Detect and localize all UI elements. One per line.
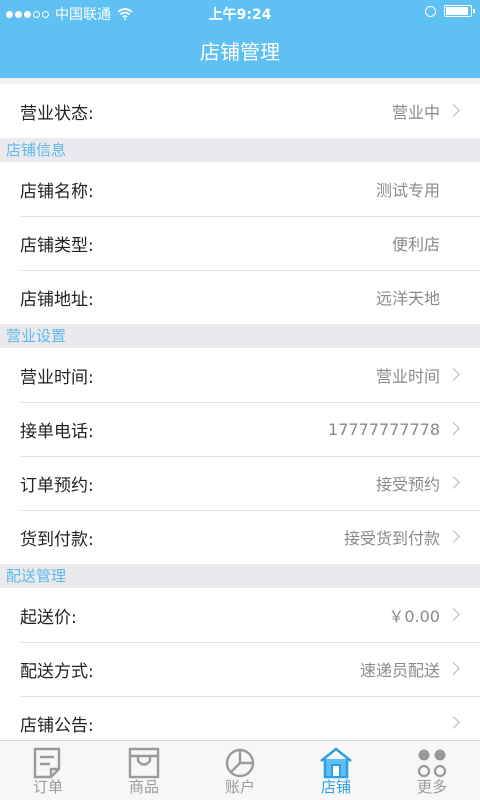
tab-label: 账户: [224, 778, 255, 796]
tab-account[interactable]: 账户: [192, 741, 288, 800]
chevron-right-icon: [447, 530, 460, 543]
rotation-lock-icon: [425, 5, 436, 17]
row-label: 订单预约:: [20, 475, 94, 496]
tab-label: 更多: [416, 778, 447, 796]
row-label: 营业状态:: [20, 103, 94, 124]
row-value: ￥0.00: [388, 607, 440, 626]
row-shop-address[interactable]: 店铺地址: 远洋天地: [0, 270, 480, 324]
row-shop-notice[interactable]: 店铺公告:: [0, 696, 480, 740]
row-business-status[interactable]: 营业状态: 营业中: [0, 84, 480, 138]
shop-info-list: 店铺名称: 测试专用 店铺类型: 便利店 店铺地址: 远洋天地: [0, 162, 480, 324]
row-label: 起送价:: [20, 607, 77, 628]
tab-label: 店铺: [320, 778, 351, 796]
chevron-right-icon: [447, 368, 460, 381]
section-header-shop-info: 店铺信息: [0, 138, 480, 162]
section-header-business-settings: 营业设置: [0, 324, 480, 348]
tab-label: 商品: [128, 778, 159, 796]
tab-goods[interactable]: 商品: [96, 741, 192, 800]
chevron-right-icon: [447, 608, 460, 621]
row-label: 配送方式:: [20, 661, 94, 682]
tab-orders[interactable]: 订单: [0, 741, 96, 800]
goods-icon: [128, 747, 160, 779]
order-icon: [33, 747, 61, 779]
battery-icon: [444, 5, 475, 17]
chevron-right-icon: [447, 422, 460, 435]
row-value: 营业时间: [375, 367, 440, 386]
row-label: 店铺公告:: [20, 715, 94, 736]
delivery-list: 起送价: ￥0.00 配送方式: 速递员配送 店铺公告:: [0, 588, 480, 740]
row-order-reservation[interactable]: 订单预约: 接受预约: [0, 456, 480, 510]
row-value: 便利店: [391, 235, 440, 254]
row-label: 接单电话:: [20, 421, 94, 442]
row-value: 17777777778: [328, 419, 440, 439]
row-cash-on-delivery[interactable]: 货到付款: 接受货到付款: [0, 510, 480, 564]
row-min-order-price[interactable]: 起送价: ￥0.00: [0, 588, 480, 642]
row-value: 接受货到付款: [343, 529, 440, 548]
row-shop-name[interactable]: 店铺名称: 测试专用: [0, 162, 480, 216]
row-order-phone[interactable]: 接单电话: 17777777778: [0, 402, 480, 456]
row-label: 营业时间:: [20, 367, 94, 388]
status-right: [425, 5, 475, 17]
tab-more[interactable]: 更多: [384, 741, 480, 800]
tab-store[interactable]: 店铺: [288, 741, 384, 800]
row-label: 店铺类型:: [20, 235, 94, 256]
pie-chart-icon: [225, 748, 255, 778]
top-bar: 中国联通 上午9:24 店铺管理: [0, 0, 480, 78]
row-shop-type[interactable]: 店铺类型: 便利店: [0, 216, 480, 270]
tab-label: 订单: [32, 778, 63, 796]
row-value: 测试专用: [375, 181, 440, 200]
row-delivery-method[interactable]: 配送方式: 速递员配送: [0, 642, 480, 696]
status-time: 上午9:24: [208, 7, 272, 23]
more-icon: [417, 749, 447, 778]
tab-bar: 订单 商品 账户 店铺 更多: [0, 740, 480, 800]
chevron-right-icon: [447, 104, 460, 117]
app-screen: 中国联通 上午9:24 店铺管理 营业状态: 营业中 店铺信息 店铺名称: 测试…: [0, 0, 480, 800]
business-settings-list: 营业时间: 营业时间 接单电话: 17777777778 订单预约: 接受预约 …: [0, 348, 480, 564]
store-icon: [320, 747, 352, 779]
row-value: 远洋天地: [375, 289, 440, 308]
chevron-right-icon: [447, 662, 460, 675]
row-label: 店铺地址:: [20, 289, 94, 310]
section-header-delivery: 配送管理: [0, 564, 480, 588]
row-business-hours[interactable]: 营业时间: 营业时间: [0, 348, 480, 402]
row-label: 货到付款:: [20, 529, 94, 550]
business-status-list: 营业状态: 营业中: [0, 84, 480, 138]
chevron-right-icon: [447, 476, 460, 489]
status-bar: 中国联通 上午9:24: [0, 0, 480, 26]
content-area[interactable]: 营业状态: 营业中 店铺信息 店铺名称: 测试专用 店铺类型: 便利店 店铺地址…: [0, 78, 480, 740]
row-label: 店铺名称:: [20, 181, 94, 202]
row-value: 接受预约: [375, 475, 440, 494]
row-value: 营业中: [391, 103, 440, 122]
row-value: 速递员配送: [359, 661, 440, 680]
chevron-right-icon: [447, 716, 460, 729]
page-title: 店铺管理: [200, 40, 280, 64]
